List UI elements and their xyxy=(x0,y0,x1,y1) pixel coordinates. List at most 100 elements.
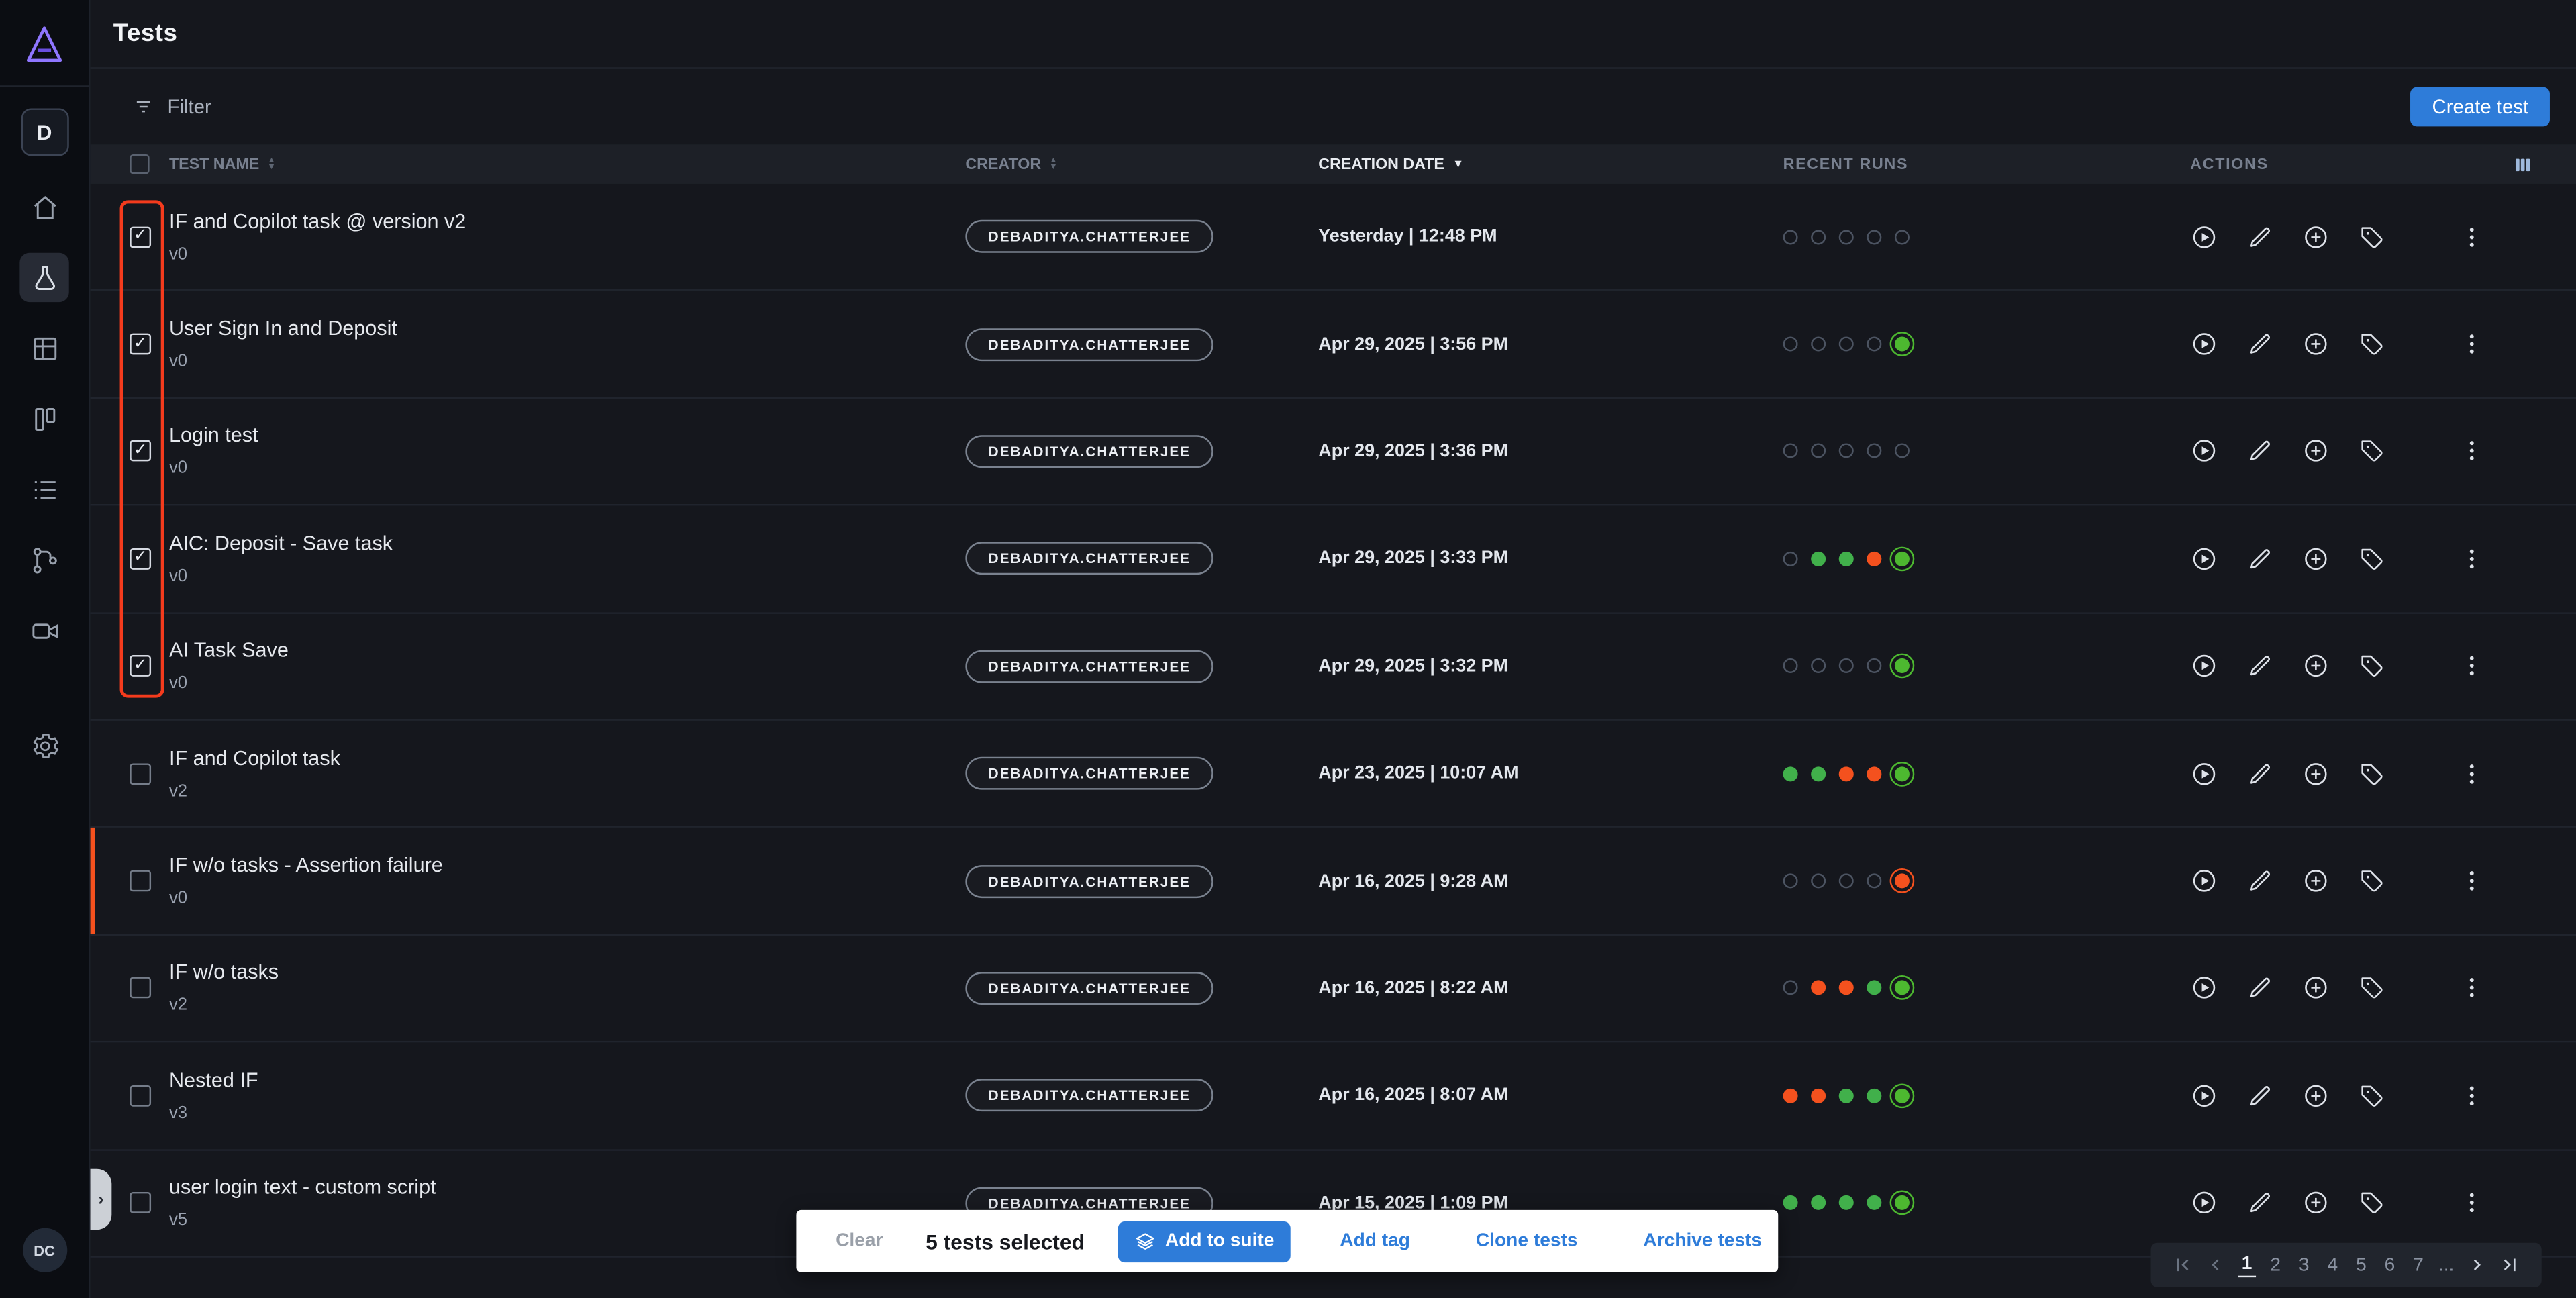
more-actions-button[interactable] xyxy=(2458,330,2486,358)
run-status-dot-fail[interactable] xyxy=(1783,1088,1798,1103)
run-status-dot-pass-ring[interactable] xyxy=(1895,766,1910,781)
run-status-dot-fail[interactable] xyxy=(1867,766,1881,781)
run-status-dot-empty[interactable] xyxy=(1839,337,1854,352)
row-checkbox[interactable] xyxy=(130,1085,151,1106)
test-name-link[interactable]: AI Task Save xyxy=(169,639,965,662)
run-status-dot-empty[interactable] xyxy=(1867,873,1881,888)
run-status-dot-pass[interactable] xyxy=(1867,1195,1881,1210)
run-test-button[interactable] xyxy=(2190,330,2218,358)
add-test-to-suite-button[interactable] xyxy=(2302,1082,2330,1110)
edit-test-button[interactable] xyxy=(2246,1082,2274,1110)
test-name-link[interactable]: Login test xyxy=(169,424,965,447)
sidebar-item-tests[interactable] xyxy=(19,253,68,302)
sidebar-item-settings[interactable] xyxy=(19,721,68,770)
run-test-button[interactable] xyxy=(2190,223,2218,251)
row-checkbox[interactable] xyxy=(130,334,151,355)
tag-test-button[interactable] xyxy=(2358,760,2386,788)
add-test-to-suite-button[interactable] xyxy=(2302,223,2330,251)
tag-test-button[interactable] xyxy=(2358,1189,2386,1217)
tag-test-button[interactable] xyxy=(2358,223,2386,251)
more-actions-button[interactable] xyxy=(2458,975,2486,1003)
tag-test-button[interactable] xyxy=(2358,975,2386,1003)
edit-test-button[interactable] xyxy=(2246,760,2274,788)
tag-test-button[interactable] xyxy=(2358,867,2386,895)
run-status-dot-empty[interactable] xyxy=(1811,230,1826,244)
add-to-suite-button[interactable]: Add to suite xyxy=(1118,1221,1291,1262)
pagination-page-7[interactable]: 7 xyxy=(2410,1254,2426,1277)
run-status-dot-fail[interactable] xyxy=(1811,981,1826,995)
row-checkbox[interactable] xyxy=(130,870,151,892)
edit-test-button[interactable] xyxy=(2246,545,2274,573)
row-checkbox[interactable] xyxy=(130,548,151,570)
app-logo[interactable] xyxy=(18,18,70,70)
clone-tests-button[interactable]: Clone tests xyxy=(1476,1232,1578,1251)
run-status-dot-pass[interactable] xyxy=(1811,1195,1826,1210)
add-test-to-suite-button[interactable] xyxy=(2302,545,2330,573)
test-name-link[interactable]: Nested IF xyxy=(169,1068,965,1091)
run-test-button[interactable] xyxy=(2190,1189,2218,1217)
workspace-avatar[interactable]: D xyxy=(21,108,68,156)
add-test-to-suite-button[interactable] xyxy=(2302,330,2330,358)
run-status-dot-empty[interactable] xyxy=(1783,552,1798,566)
run-status-dot-fail[interactable] xyxy=(1811,1088,1826,1103)
run-status-dot-empty[interactable] xyxy=(1783,981,1798,995)
pagination-page-2[interactable]: 2 xyxy=(2267,1254,2283,1277)
edit-test-button[interactable] xyxy=(2246,975,2274,1003)
run-status-dot-pass[interactable] xyxy=(1811,766,1826,781)
user-avatar[interactable]: DC xyxy=(22,1228,66,1272)
row-checkbox[interactable] xyxy=(130,1192,151,1213)
more-actions-button[interactable] xyxy=(2458,760,2486,788)
test-name-link[interactable]: IF w/o tasks - Assertion failure xyxy=(169,854,965,877)
run-status-dot-empty[interactable] xyxy=(1811,337,1826,352)
run-status-dot-empty[interactable] xyxy=(1867,444,1881,459)
pagination-page-3[interactable]: 3 xyxy=(2295,1254,2312,1277)
run-test-button[interactable] xyxy=(2190,438,2218,466)
pagination-page-1[interactable]: 1 xyxy=(2238,1252,2255,1277)
run-status-dot-pass[interactable] xyxy=(1867,1088,1881,1103)
sidebar-item-recorder[interactable] xyxy=(19,606,68,655)
pagination-page-5[interactable]: 5 xyxy=(2352,1254,2369,1277)
row-checkbox[interactable] xyxy=(130,226,151,248)
run-test-button[interactable] xyxy=(2190,867,2218,895)
add-test-to-suite-button[interactable] xyxy=(2302,652,2330,681)
create-test-button[interactable]: Create test xyxy=(2411,87,2550,127)
run-status-dot-pass[interactable] xyxy=(1839,1088,1854,1103)
sidebar-item-test-list[interactable] xyxy=(19,464,68,513)
run-status-dot-pass[interactable] xyxy=(1867,981,1881,995)
run-status-dot-empty[interactable] xyxy=(1867,337,1881,352)
pagination-page-6[interactable]: 6 xyxy=(2381,1254,2398,1277)
edit-test-button[interactable] xyxy=(2246,1189,2274,1217)
tag-test-button[interactable] xyxy=(2358,330,2386,358)
add-test-to-suite-button[interactable] xyxy=(2302,975,2330,1003)
edit-test-button[interactable] xyxy=(2246,330,2274,358)
filter-button[interactable]: Filter xyxy=(133,95,211,118)
run-status-dot-pass-ring[interactable] xyxy=(1895,659,1910,674)
run-status-dot-pass[interactable] xyxy=(1783,766,1798,781)
pagination-first-button[interactable] xyxy=(2173,1254,2194,1276)
test-name-link[interactable]: User Sign In and Deposit xyxy=(169,317,965,340)
run-status-dot-fail[interactable] xyxy=(1867,552,1881,566)
run-status-dot-pass[interactable] xyxy=(1839,1195,1854,1210)
pagination-last-button[interactable] xyxy=(2498,1254,2520,1276)
more-actions-button[interactable] xyxy=(2458,223,2486,251)
run-status-dot-empty[interactable] xyxy=(1867,230,1881,244)
run-status-dot-empty[interactable] xyxy=(1839,659,1854,674)
row-checkbox[interactable] xyxy=(130,763,151,785)
run-status-dot-empty[interactable] xyxy=(1783,873,1798,888)
clear-selection-button[interactable]: Clear xyxy=(836,1232,883,1251)
run-status-dot-empty[interactable] xyxy=(1811,444,1826,459)
column-header-creator[interactable]: CREATOR ▲▼ xyxy=(965,155,1318,173)
run-status-dot-pass-ring[interactable] xyxy=(1895,337,1910,352)
test-name-link[interactable]: IF w/o tasks xyxy=(169,961,965,984)
run-test-button[interactable] xyxy=(2190,545,2218,573)
column-header-test-name[interactable]: TEST NAME ▲▼ xyxy=(169,155,965,173)
run-status-dot-pass-ring[interactable] xyxy=(1895,552,1910,566)
more-actions-button[interactable] xyxy=(2458,545,2486,573)
test-name-link[interactable]: AIC: Deposit - Save task xyxy=(169,532,965,554)
more-actions-button[interactable] xyxy=(2458,438,2486,466)
run-status-dot-empty[interactable] xyxy=(1839,873,1854,888)
run-status-dot-fail-ring[interactable] xyxy=(1895,873,1910,888)
run-status-dot-empty[interactable] xyxy=(1895,230,1910,244)
run-status-dot-empty[interactable] xyxy=(1867,659,1881,674)
pagination-prev-button[interactable] xyxy=(2206,1254,2227,1276)
